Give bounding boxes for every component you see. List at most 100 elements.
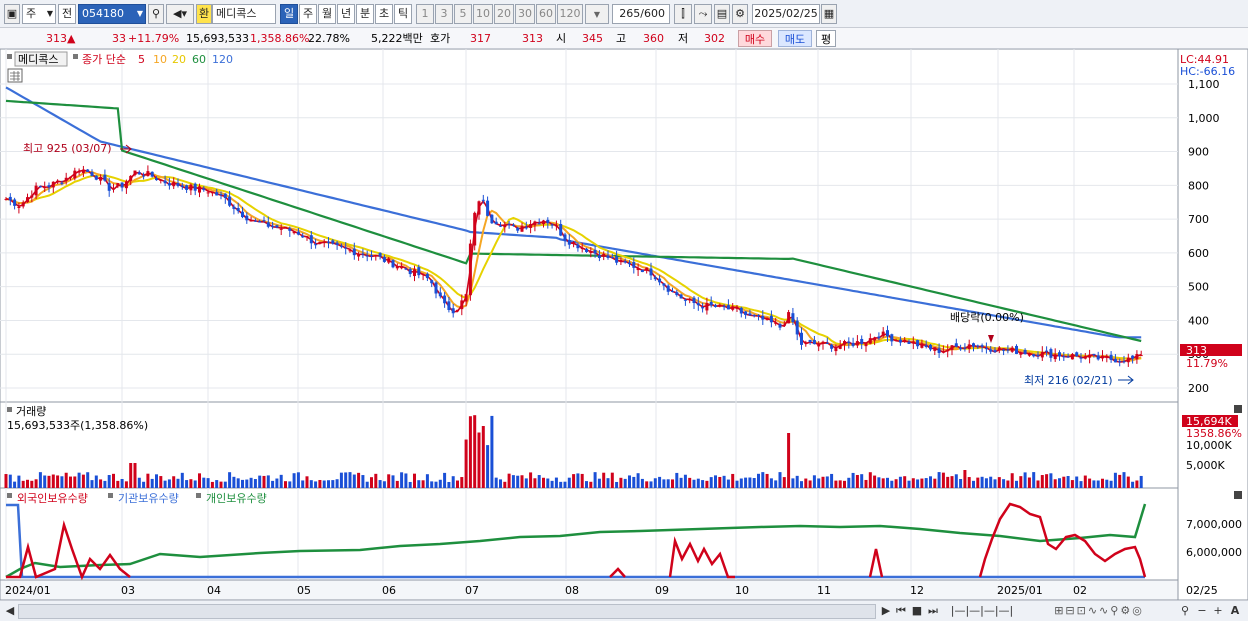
- tab-day[interactable]: 일: [280, 4, 298, 24]
- tab-second[interactable]: 초: [375, 4, 393, 24]
- search-icon[interactable]: ⚲: [148, 4, 164, 24]
- interval-3[interactable]: 3: [435, 4, 453, 24]
- volume-tick-10000k: 10,000K: [1186, 439, 1232, 452]
- interval-60[interactable]: 60: [536, 4, 556, 24]
- close-icon[interactable]: [1234, 405, 1242, 413]
- hc-label: HC:-66.16: [1180, 65, 1235, 78]
- chart-canvas[interactable]: 메디콕스 종가 단순 5 10 20 60 120 최고 925 (03/07)…: [0, 48, 1248, 601]
- chart-area[interactable]: 메디콕스 종가 단순 5 10 20 60 120 최고 925 (03/07)…: [0, 48, 1248, 601]
- volume-current: 15,693,533주(1,358.86%): [7, 419, 148, 432]
- zoom-out-icon[interactable]: −: [1196, 604, 1208, 619]
- x-axis-label: 07: [465, 584, 479, 597]
- low-marker: 최저 216 (02/21): [1024, 374, 1113, 387]
- sell-button[interactable]: 매도: [778, 30, 812, 47]
- dropdown-icon: ▼: [46, 9, 53, 18]
- legend-individual: 개인보유수량: [206, 492, 267, 505]
- stop-icon[interactable]: ■: [910, 604, 924, 619]
- evaluation-button[interactable]: 평: [816, 30, 836, 47]
- zoom-slider[interactable]: |—|—|—|—|: [944, 604, 1020, 619]
- candle-icon[interactable]: ⫿: [674, 4, 692, 24]
- currency-badge[interactable]: 환: [196, 4, 212, 24]
- scroll-left-icon[interactable]: ◀: [4, 604, 16, 619]
- legend-institution: 기관보유수량: [118, 492, 179, 505]
- price-y-tick: 900: [1188, 146, 1209, 159]
- panel-handle-icon[interactable]: [73, 54, 78, 59]
- legend-ma5: 5: [138, 53, 145, 66]
- x-axis-label: 11: [817, 584, 831, 597]
- interval-5[interactable]: 5: [454, 4, 472, 24]
- bid-label: 호가: [430, 32, 451, 45]
- panel-handle-icon[interactable]: [108, 493, 113, 498]
- x-axis-label: 02: [1073, 584, 1087, 597]
- panel-handle-icon[interactable]: [7, 493, 12, 498]
- interval-30[interactable]: 30: [515, 4, 535, 24]
- panel-handle-icon[interactable]: [7, 54, 12, 59]
- holdings-tick-7m: 7,000,000: [1186, 518, 1242, 531]
- price-y-tick: 200: [1188, 382, 1209, 395]
- period-prefix[interactable]: 전: [58, 4, 76, 24]
- chart-type-icon[interactable]: ▣: [4, 4, 20, 24]
- price-y-tick: 1,100: [1188, 78, 1220, 91]
- interval-120[interactable]: 120: [557, 4, 583, 24]
- market-select[interactable]: 주 ▼: [22, 4, 56, 24]
- buy-button[interactable]: 매수: [738, 30, 772, 47]
- open-label: 시: [556, 32, 567, 45]
- x-axis-label: 2025/01: [997, 584, 1043, 597]
- dropdown-icon: ▼: [593, 10, 601, 19]
- interval-20[interactable]: 20: [494, 4, 514, 24]
- tab-year[interactable]: 년: [337, 4, 355, 24]
- stock-name-field[interactable]: 메디콕스: [212, 4, 276, 24]
- dividend-marker: 배당락(0.00%): [950, 311, 1024, 324]
- close-icon[interactable]: [1234, 491, 1242, 499]
- interval-10[interactable]: 10: [473, 4, 493, 24]
- high-marker: 최고 925 (03/07): [23, 142, 112, 155]
- holdings-tick-6m: 6,000,000: [1186, 546, 1242, 559]
- tab-tick[interactable]: 틱: [394, 4, 412, 24]
- settings-icon[interactable]: ⚙: [732, 4, 748, 24]
- count-total: /600: [640, 7, 665, 20]
- legend-prefix: 종가 단순: [82, 53, 126, 66]
- save-icon[interactable]: ▤: [714, 4, 730, 24]
- interval-dropdown[interactable]: ▼: [585, 4, 609, 24]
- volume-tick-5000k: 5,000K: [1186, 459, 1225, 472]
- price-change-pct: +11.79%: [128, 32, 180, 45]
- last-page-icon[interactable]: ⏭: [926, 604, 940, 619]
- current-price-tag: 313: [1186, 344, 1207, 357]
- sound-icon[interactable]: ◀▾: [166, 4, 194, 24]
- legend-foreign: 외국인보유수량: [17, 492, 88, 505]
- zoom-in-icon[interactable]: +: [1212, 604, 1224, 619]
- price-y-tick: 700: [1188, 213, 1209, 226]
- tab-minute[interactable]: 분: [356, 4, 374, 24]
- scroll-bar[interactable]: ◀ ▶ ⏮ ■ ⏭ |—|—|—|—| ⊞⊟⊡∿∿⚲⚙◎ ⚲ − + A: [0, 600, 1248, 621]
- legend-ma10: 10: [153, 53, 167, 66]
- date-field[interactable]: 2025/02/25: [752, 4, 820, 24]
- calendar-icon[interactable]: ▦: [821, 4, 837, 24]
- auto-scale-icon[interactable]: A: [1228, 604, 1242, 619]
- panel-handle-icon[interactable]: [196, 493, 201, 498]
- price-y-tick: 500: [1188, 281, 1209, 294]
- price-y-tick: 400: [1188, 314, 1209, 327]
- tab-month[interactable]: 월: [318, 4, 336, 24]
- panel-handle-icon[interactable]: [7, 407, 12, 412]
- dropdown-icon: ▼: [136, 9, 143, 18]
- drawing-tools-icon[interactable]: ⊞⊟⊡∿∿⚲⚙◎: [1024, 604, 1174, 619]
- x-axis-label: 10: [735, 584, 749, 597]
- tab-week[interactable]: 주: [299, 4, 317, 24]
- price-y-tick: 1,000: [1188, 112, 1220, 125]
- bid-price-2: 313: [522, 32, 543, 45]
- scroll-right-icon[interactable]: ▶: [880, 604, 892, 619]
- first-page-icon[interactable]: ⏮: [894, 604, 908, 619]
- table-toggle-icon[interactable]: [7, 68, 23, 83]
- indicator-icon[interactable]: ⤳: [694, 4, 712, 24]
- scroll-track[interactable]: [18, 604, 876, 619]
- volume-value: 15,693,533: [186, 32, 249, 45]
- stock-code-input[interactable]: 054180 ▼: [78, 4, 146, 24]
- interval-1[interactable]: 1: [416, 4, 434, 24]
- price-change: 33: [112, 32, 126, 45]
- x-axis-label: 05: [297, 584, 311, 597]
- trade-amount: 5,222백만: [371, 32, 423, 45]
- volume-panel[interactable]: [0, 401, 1179, 489]
- count-field[interactable]: 265/600: [612, 4, 670, 24]
- x-axis-label: 09: [655, 584, 669, 597]
- zoom-fit-icon[interactable]: ⚲: [1178, 604, 1192, 619]
